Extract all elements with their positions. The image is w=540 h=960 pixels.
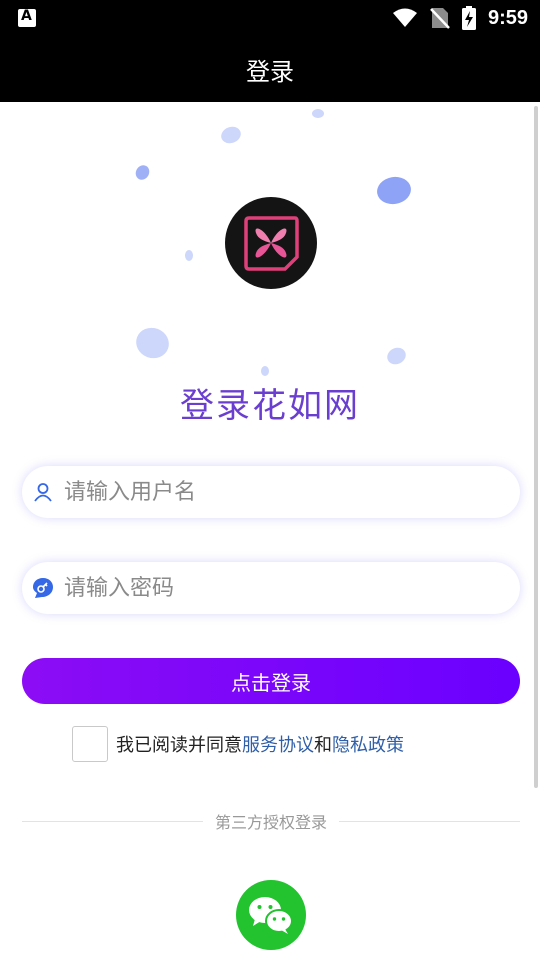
decor-bubble — [261, 366, 269, 376]
app-notification-icon — [18, 8, 36, 27]
password-field[interactable] — [22, 562, 520, 614]
decor-bubble — [384, 344, 409, 368]
scrollbar[interactable] — [534, 106, 538, 788]
title-bar: 登录 — [0, 36, 540, 102]
decor-bubble — [133, 162, 152, 183]
page-title: 登录 — [246, 57, 294, 86]
agreement-row: 我已阅读并同意 服务协议 和 隐私政策 — [72, 726, 404, 762]
divider-line-right — [339, 820, 521, 822]
login-button[interactable]: 点击登录 — [22, 658, 520, 704]
wechat-icon — [249, 897, 293, 934]
password-input[interactable] — [64, 575, 484, 601]
decor-bubble — [185, 250, 193, 261]
username-input[interactable] — [64, 479, 484, 505]
service-agreement-link[interactable]: 服务协议 — [242, 731, 314, 757]
third-party-label: 第三方授权登录 — [215, 813, 328, 832]
battery-charging-icon — [461, 6, 476, 30]
butterfly-logo-icon — [244, 216, 299, 271]
status-bar: 9:59 — [0, 0, 540, 36]
status-icons: 9:59 — [392, 0, 528, 36]
decor-bubble — [312, 109, 324, 118]
agreement-prefix: 我已阅读并同意 — [116, 735, 242, 756]
agreement-conjunction: 和 — [314, 735, 332, 756]
third-party-divider: 第三方授权登录 — [22, 810, 521, 832]
wifi-icon — [392, 8, 417, 27]
decor-bubble — [218, 124, 244, 146]
decor-bubble — [374, 174, 414, 207]
username-field[interactable] — [22, 466, 520, 518]
divider-line-left — [22, 820, 203, 822]
app-logo — [225, 197, 317, 289]
wechat-login-button[interactable] — [236, 880, 306, 950]
decor-bubble — [131, 323, 174, 363]
user-icon — [32, 481, 54, 503]
key-icon — [32, 577, 54, 599]
privacy-policy-link[interactable]: 隐私政策 — [332, 731, 404, 757]
agreement-checkbox[interactable] — [72, 726, 108, 762]
no-sim-icon — [430, 8, 450, 29]
app-name-heading: 登录花如网 — [180, 386, 360, 426]
status-time: 9:59 — [487, 6, 528, 29]
